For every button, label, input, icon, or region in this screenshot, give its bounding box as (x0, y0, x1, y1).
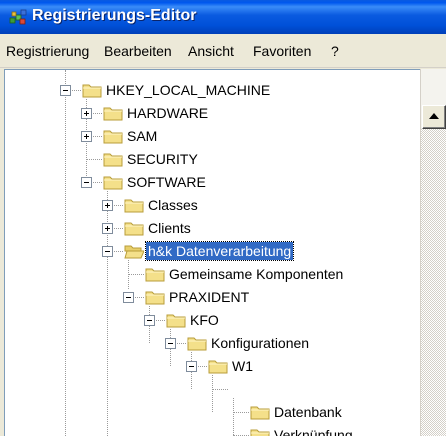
tree-node-verknuepfung[interactable]: Verknüpfung (272, 426, 355, 436)
folder-icon (82, 84, 102, 98)
open-folder-icon (124, 245, 144, 259)
tree-node-gemeinsame-komponenten[interactable]: Gemeinsame Komponenten (167, 265, 345, 283)
menu-ansicht[interactable]: Ansicht (188, 43, 234, 59)
collapse-icon[interactable] (81, 177, 92, 188)
tree-node-security[interactable]: SECURITY (125, 150, 200, 168)
folder-icon (103, 107, 123, 121)
folder-icon (145, 268, 165, 282)
collapse-icon[interactable] (60, 85, 71, 96)
tree-node-classes[interactable]: Classes (146, 196, 200, 214)
tree-node-w1[interactable]: W1 (230, 357, 255, 375)
scroll-up-button[interactable] (422, 105, 446, 129)
collapse-icon[interactable] (165, 338, 176, 349)
folder-icon (187, 337, 207, 351)
tree-node-hardware[interactable]: HARDWARE (125, 104, 210, 122)
folder-icon (124, 222, 144, 236)
collapse-icon[interactable] (186, 361, 197, 372)
folder-icon (103, 176, 123, 190)
tree-node-hkey-local-machine[interactable]: HKEY_LOCAL_MACHINE (104, 81, 272, 99)
registry-editor-icon (9, 9, 27, 25)
tree-node-software[interactable]: SOFTWARE (125, 173, 208, 191)
expand-icon[interactable] (81, 108, 92, 119)
tree-node-sam[interactable]: SAM (125, 127, 159, 145)
tree-node-kfo[interactable]: KFO (188, 311, 221, 329)
folder-icon (208, 360, 228, 374)
vertical-scrollbar[interactable] (420, 69, 446, 436)
folder-icon (166, 314, 186, 328)
scroll-track[interactable] (421, 129, 446, 436)
arrow-up-icon (429, 113, 439, 119)
collapse-icon[interactable] (144, 315, 155, 326)
expand-icon[interactable] (102, 223, 113, 234)
folder-icon (103, 153, 123, 167)
tree-node-clients[interactable]: Clients (146, 219, 193, 237)
tree-node-konfigurationen[interactable]: Konfigurationen (209, 334, 311, 352)
expand-icon[interactable] (102, 200, 113, 211)
registry-editor-window: Registrierungs-Editor Registrierung Bear… (0, 0, 446, 436)
registry-tree[interactable]: HKEY_LOCAL_MACHINE HARDWARE SAM SECURITY… (4, 69, 421, 436)
folder-icon (250, 406, 270, 420)
menu-help[interactable]: ? (331, 43, 339, 59)
menu-bar: Registrierung Bearbeiten Ansicht Favorit… (0, 34, 446, 68)
tree-node-datenbank[interactable]: Datenbank (272, 403, 344, 421)
window-title: Registrierungs-Editor (32, 7, 197, 24)
menu-favoriten[interactable]: Favoriten (253, 43, 311, 59)
tree-node-hk-datenverarbeitung[interactable]: h&k Datenverarbeitung (144, 241, 295, 261)
folder-icon (103, 130, 123, 144)
collapse-icon[interactable] (123, 292, 134, 303)
menu-registrierung[interactable]: Registrierung (6, 43, 89, 59)
folder-icon (124, 199, 144, 213)
expand-icon[interactable] (81, 131, 92, 142)
folder-icon (250, 429, 270, 436)
collapse-icon[interactable] (102, 246, 113, 257)
menu-bearbeiten[interactable]: Bearbeiten (104, 43, 172, 59)
folder-icon (145, 291, 165, 305)
tree-node-praxident[interactable]: PRAXIDENT (167, 288, 251, 306)
title-bar[interactable]: Registrierungs-Editor (0, 0, 446, 34)
